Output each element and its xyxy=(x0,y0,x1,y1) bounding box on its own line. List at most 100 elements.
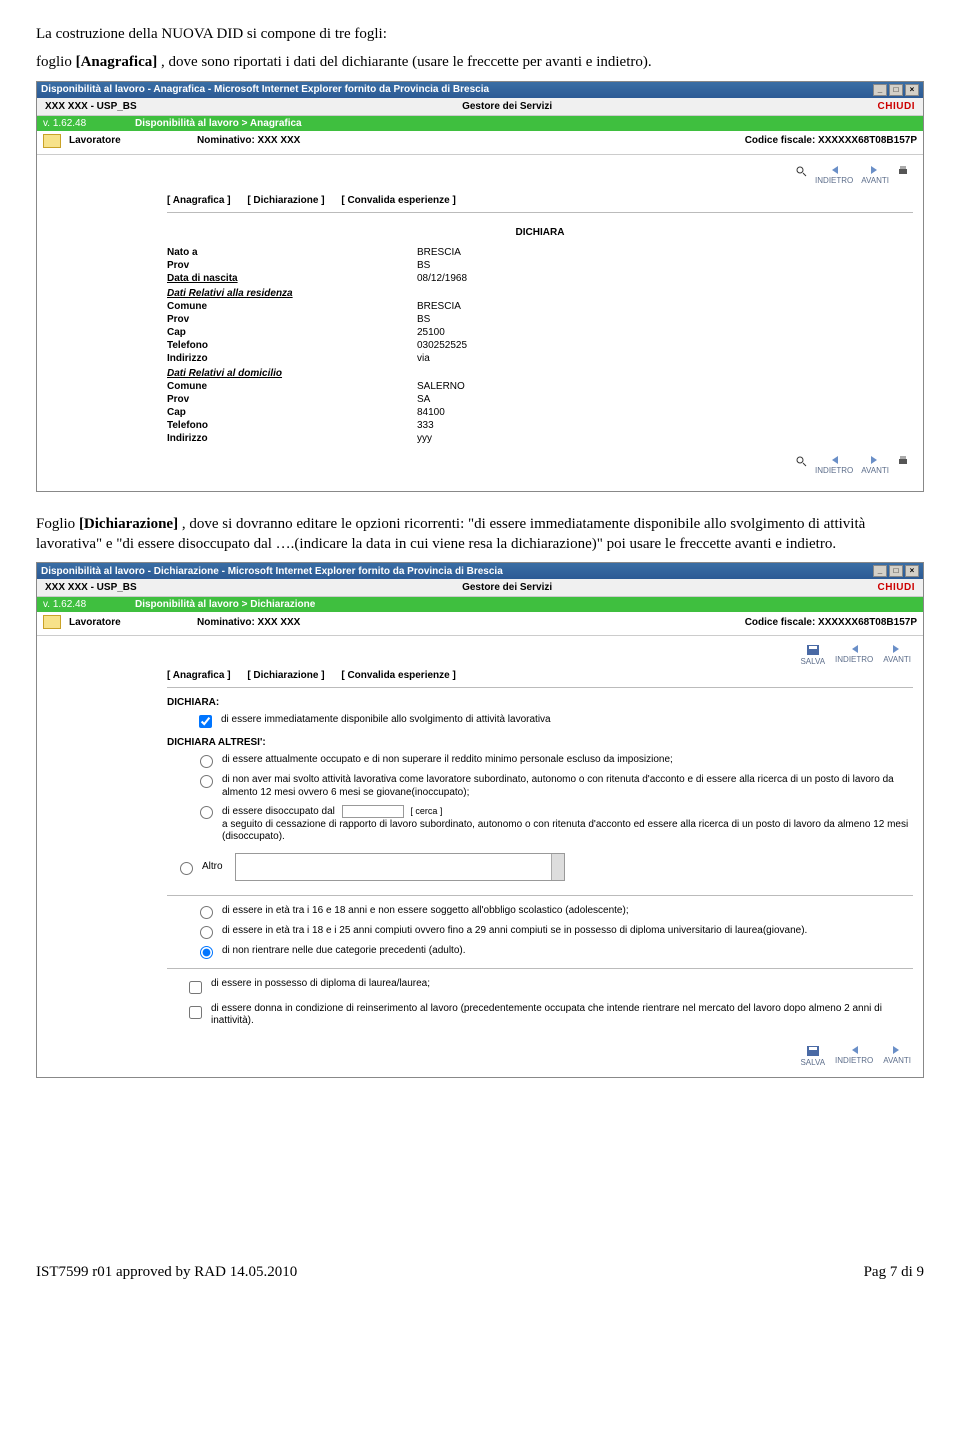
radio-adolescente[interactable] xyxy=(200,906,213,919)
salva-button[interactable]: SALVA xyxy=(800,1045,825,1067)
print-icon[interactable] xyxy=(897,165,909,185)
nominativo-label: Nominativo: XXX XXX xyxy=(197,617,745,628)
radio-mai-svolto-text: di non aver mai svolto attività lavorati… xyxy=(222,774,913,799)
app-close-link[interactable]: CHIUDI xyxy=(878,101,915,112)
maximize-icon[interactable]: □ xyxy=(889,84,903,96)
avanti-button[interactable]: AVANTI xyxy=(861,165,889,185)
tab-dichiarazione[interactable]: [ Dichiarazione ] xyxy=(247,195,324,206)
v-prov2: BS xyxy=(417,314,913,325)
tab-anagrafica[interactable]: [ Anagrafica ] xyxy=(167,195,231,206)
opt3-pre: di essere disoccupato dal xyxy=(222,806,335,817)
radio-giovane[interactable] xyxy=(200,926,213,939)
search-icon[interactable] xyxy=(795,455,807,475)
k-prov2: Prov xyxy=(167,314,417,325)
tab-convalida[interactable]: [ Convalida esperienze ] xyxy=(341,670,455,681)
record-header: Lavoratore Nominativo: XXX XXX Codice fi… xyxy=(37,612,923,636)
k-cap1: Cap xyxy=(167,327,417,338)
tab-convalida[interactable]: [ Convalida esperienze ] xyxy=(341,195,455,206)
chk-immediatamente-disponibile[interactable] xyxy=(199,715,212,728)
codice-fiscale-label: Codice fiscale: XXXXXX68T08B157P xyxy=(745,135,917,146)
separator xyxy=(167,968,913,969)
v-ind1: via xyxy=(417,353,913,364)
radio-adulto-text: di non rientrare nelle due categorie pre… xyxy=(222,945,913,958)
v-tel1: 030252525 xyxy=(417,340,913,351)
folder-icon xyxy=(43,134,61,148)
lavoratore-label: Lavoratore xyxy=(69,617,189,628)
altro-textarea[interactable] xyxy=(235,853,565,881)
minimize-icon[interactable]: _ xyxy=(873,565,887,577)
window-controls: _ □ × xyxy=(873,565,919,577)
intro-line-1: La costruzione della NUOVA DID si compon… xyxy=(36,24,924,44)
indietro-button[interactable]: INDIETRO xyxy=(815,455,853,475)
avanti-button[interactable]: AVANTI xyxy=(883,644,911,666)
cerca-link[interactable]: [ cerca ] xyxy=(410,806,442,816)
dichiara-block: DICHIARA: di essere immediatamente dispo… xyxy=(167,688,913,1037)
radio-altro[interactable] xyxy=(180,862,193,875)
minimize-icon[interactable]: _ xyxy=(873,84,887,96)
app-version: v. 1.62.48 xyxy=(43,118,135,129)
k-prov1: Prov xyxy=(167,260,417,271)
breadcrumb-bar: v. 1.62.48 Disponibilità al lavoro > Ana… xyxy=(37,116,923,131)
chk-laurea[interactable] xyxy=(189,981,202,994)
v-nato-a: BRESCIA xyxy=(417,247,913,258)
indietro-button[interactable]: INDIETRO xyxy=(835,644,873,666)
search-icon[interactable] xyxy=(795,165,807,185)
breadcrumb-bar: v. 1.62.48 Disponibilità al lavoro > Dic… xyxy=(37,597,923,612)
radio-occupato[interactable] xyxy=(200,755,213,768)
v-cap2: 84100 xyxy=(417,407,913,418)
mid-paragraph: Foglio [Dichiarazione] , dove si dovrann… xyxy=(36,514,924,555)
k-comune2: Comune xyxy=(167,381,417,392)
chk-donna-text: di essere donna in condizione di reinser… xyxy=(211,1003,913,1028)
avanti-button[interactable]: AVANTI xyxy=(861,455,889,475)
v-comune2: SALERNO xyxy=(417,381,913,392)
record-header: Lavoratore Nominativo: XXX XXX Codice fi… xyxy=(37,131,923,155)
page-footer: IST7599 r01 approved by RAD 14.05.2010 P… xyxy=(36,1264,924,1281)
footer-right: Pag 7 di 9 xyxy=(864,1264,924,1281)
k-cap2: Cap xyxy=(167,407,417,418)
toolbar-bottom: SALVA INDIETRO AVANTI xyxy=(167,1037,913,1067)
radio-adulto[interactable] xyxy=(200,946,213,959)
k-ind1: Indirizzo xyxy=(167,353,417,364)
indietro-button[interactable]: INDIETRO xyxy=(815,165,853,185)
subhead-domicilio: Dati Relativi al domicilio xyxy=(167,365,913,380)
k-tel1: Telefono xyxy=(167,340,417,351)
spacer xyxy=(36,1100,924,1260)
app-header: XXX XXX - USP_BS Gestore dei Servizi CHI… xyxy=(37,579,923,597)
window-titlebar: Disponibilità al lavoro - Anagrafica - M… xyxy=(37,82,923,98)
opt3-post: a seguito di cessazione di rapporto di l… xyxy=(222,819,908,843)
data-disoccupato-input[interactable] xyxy=(342,805,404,818)
close-icon[interactable]: × xyxy=(905,84,919,96)
avanti-button[interactable]: AVANTI xyxy=(883,1045,911,1067)
breadcrumb: Disponibilità al lavoro > Anagrafica xyxy=(135,118,302,129)
intro-bold-anagrafica: [Anagrafica] xyxy=(76,54,158,70)
toolbar-top: SALVA INDIETRO AVANTI xyxy=(167,636,913,666)
v-comune1: BRESCIA xyxy=(417,301,913,312)
k-nato-a: Nato a xyxy=(167,247,417,258)
section-title-dichiara: DICHIARA xyxy=(167,213,913,246)
radio-adolescente-text: di essere in età tra i 16 e 18 anni e no… xyxy=(222,905,913,918)
chk-donna-reinserimento[interactable] xyxy=(189,1006,202,1019)
app-user: XXX XXX - USP_BS xyxy=(45,101,137,112)
salva-button[interactable]: SALVA xyxy=(800,644,825,666)
codice-fiscale-label: Codice fiscale: XXXXXX68T08B157P xyxy=(745,617,917,628)
app-role: Gestore dei Servizi xyxy=(462,101,552,112)
separator xyxy=(167,895,913,896)
close-icon[interactable]: × xyxy=(905,565,919,577)
toolbar-bottom: INDIETRO AVANTI xyxy=(167,445,913,481)
footer-left: IST7599 r01 approved by RAD 14.05.2010 xyxy=(36,1264,297,1281)
window-controls: _ □ × xyxy=(873,84,919,96)
radio-mai-svolto[interactable] xyxy=(200,775,213,788)
print-icon[interactable] xyxy=(897,455,909,475)
app-close-link[interactable]: CHIUDI xyxy=(878,582,915,593)
indietro-button[interactable]: INDIETRO xyxy=(835,1045,873,1067)
folder-icon xyxy=(43,615,61,629)
tab-anagrafica[interactable]: [ Anagrafica ] xyxy=(167,670,231,681)
maximize-icon[interactable]: □ xyxy=(889,565,903,577)
v-prov1: BS xyxy=(417,260,913,271)
tab-dichiarazione[interactable]: [ Dichiarazione ] xyxy=(247,670,324,681)
intro-line-2: foglio [Anagrafica] , dove sono riportat… xyxy=(36,52,924,72)
radio-disoccupato-dal[interactable] xyxy=(200,806,213,819)
content-panel: INDIETRO AVANTI [ Anagrafica ] [ Dichiar… xyxy=(37,155,923,491)
k-ind2: Indirizzo xyxy=(167,433,417,444)
v-prov3: SA xyxy=(417,394,913,405)
